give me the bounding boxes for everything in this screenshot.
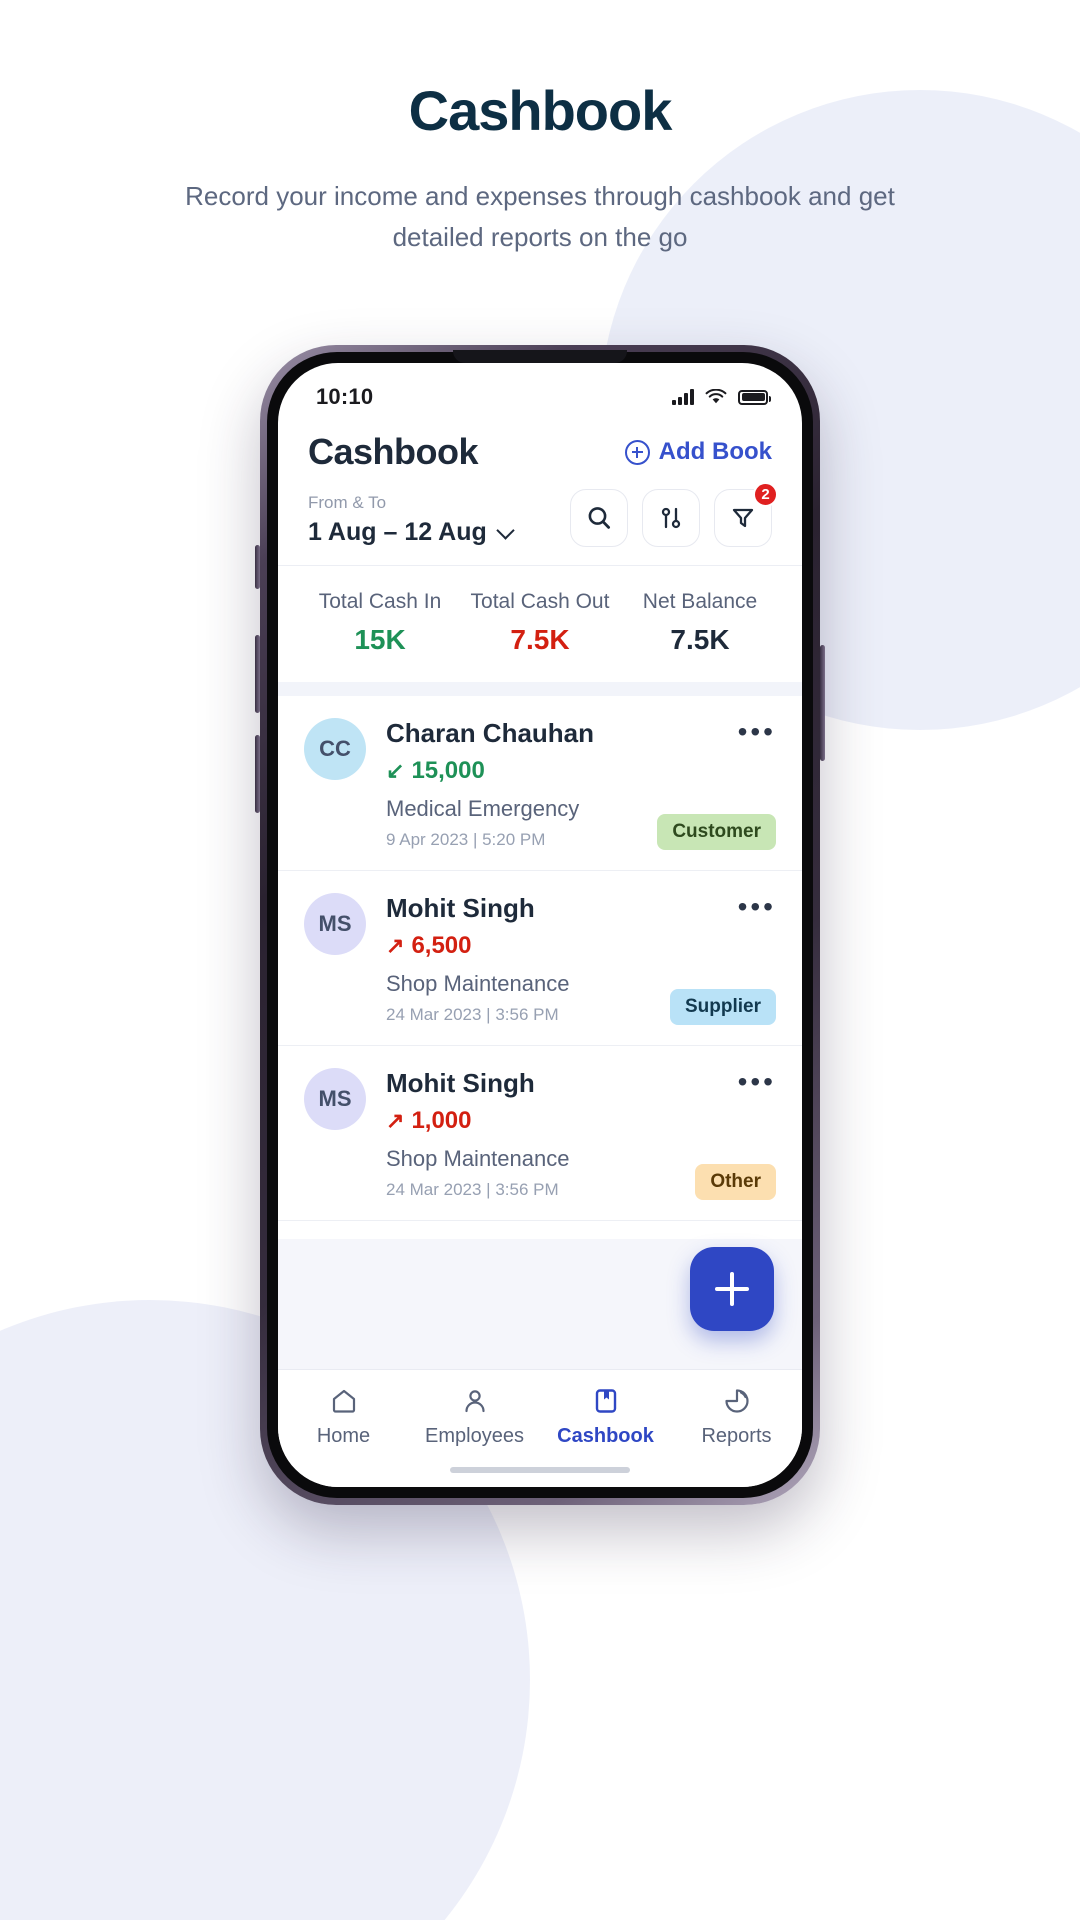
nav-item-home[interactable]: Home [278,1386,409,1448]
transaction-name: Charan Chauhan [386,718,595,748]
transaction-amount-value: 15,000 [411,757,485,784]
date-range-value: 1 Aug – 12 Aug [308,518,487,546]
search-icon [588,507,611,529]
nav-item-reports[interactable]: Reports [671,1386,802,1448]
page-subtitle: Record your income and expenses through … [185,180,895,252]
table-row[interactable]: CC Charan Chauhan ↙ 15,000 Medical Emerg… [278,696,802,871]
transaction-note: Shop Maintenance [386,1146,570,1171]
add-book-label: Add Book [658,438,772,465]
person-icon [464,1390,485,1413]
chevron-down-icon [496,520,515,540]
transaction-amount: ↗ 6,500 [386,932,670,960]
wifi-icon [705,389,727,404]
status-badge: Supplier [669,989,776,1025]
arrow-down-left-icon: ↙ [386,758,405,783]
hero-section: Cashbook Record your income and expenses… [0,0,1080,258]
filter-count-badge: 2 [753,482,778,507]
avatar: MS [304,893,366,955]
phone-mockup: 10:10 Cashbook Add Book From & To 1 Aug … [255,345,825,1505]
nav-label: Cashbook [557,1425,654,1447]
status-bar-time: 10:10 [316,384,374,409]
transaction-date: 24 Mar 2023 | 3:56 PM [386,1180,559,1199]
status-bar-icons [672,389,771,405]
table-row[interactable]: MS Mohit Singh ↗ 1,000 Shop Maintenance … [278,1046,802,1221]
filter-row: From & To 1 Aug – 12 Aug 2 [278,473,802,566]
nav-label: Employees [425,1425,524,1447]
home-icon [332,1389,355,1413]
section-divider [278,682,802,696]
summary-cash-in: Total Cash In 15K [300,590,460,656]
app-screen: 10:10 Cashbook Add Book From & To 1 Aug … [278,363,802,1487]
battery-icon [738,389,771,405]
app-header: Cashbook Add Book [278,417,802,473]
summary-label: Total Cash In [318,590,442,613]
add-book-button[interactable]: Add Book [624,438,772,466]
transaction-name: Mohit Singh [386,893,535,923]
search-button[interactable] [570,489,628,547]
home-indicator [450,1467,630,1473]
summary-value: 7.5K [510,624,570,655]
filter-button[interactable]: 2 [714,482,778,547]
arrow-up-right-icon: ↗ [386,1108,405,1133]
avatar: MS [304,1068,366,1130]
date-range-label: From & To [308,493,387,512]
table-row[interactable]: MS Mohit Singh ↗ 6,500 Shop Maintenance … [278,871,802,1046]
fab-area [278,1239,802,1369]
transaction-note: Shop Maintenance [386,971,570,996]
phone-bezel: 10:10 Cashbook Add Book From & To 1 Aug … [267,350,813,1498]
status-bar: 10:10 [278,363,802,417]
book-icon [595,1389,616,1413]
phone-volume-down-button [255,735,260,813]
nav-item-employees[interactable]: Employees [409,1386,540,1448]
transaction-amount-value: 1,000 [411,1107,472,1134]
summary-row: Total Cash In 15K Total Cash Out 7.5K Ne… [278,566,802,682]
summary-value: 7.5K [670,624,730,655]
summary-label: Net Balance [642,590,758,613]
more-options-icon[interactable]: ••• [738,893,776,921]
action-button-group: 2 [570,482,778,547]
arrow-up-right-icon: ↗ [386,933,405,958]
marketing-page: Cashbook Record your income and expenses… [0,0,1080,1920]
sort-icon [661,507,681,529]
plus-circle-icon [624,439,650,465]
more-options-icon[interactable]: ••• [738,1068,776,1096]
add-transaction-fab[interactable] [690,1247,774,1331]
more-options-icon[interactable]: ••• [738,718,776,746]
avatar: CC [304,718,366,780]
summary-net-balance: Net Balance 7.5K [620,590,780,656]
summary-value: 15K [354,624,406,655]
phone-frame: 10:10 Cashbook Add Book From & To 1 Aug … [255,345,825,1505]
transaction-amount-value: 6,500 [411,932,472,959]
transaction-date: 24 Mar 2023 | 3:56 PM [386,1005,559,1024]
date-range-selector[interactable]: From & To 1 Aug – 12 Aug [308,493,515,547]
app-title: Cashbook [308,431,479,472]
filter-icon [732,508,754,528]
transaction-amount: ↙ 15,000 [386,757,657,785]
pie-chart-icon [724,1389,749,1413]
phone-notch [453,350,627,363]
phone-power-button [820,645,825,761]
nav-item-cashbook[interactable]: Cashbook [540,1386,671,1448]
summary-label: Total Cash Out [470,590,610,613]
summary-cash-out: Total Cash Out 7.5K [460,590,620,656]
transaction-name: Mohit Singh [386,1068,535,1098]
sort-button[interactable] [642,489,700,547]
status-badge: Customer [657,814,776,850]
transaction-note: Medical Emergency [386,796,580,821]
transaction-amount: ↗ 1,000 [386,1107,695,1135]
nav-label: Home [316,1425,371,1447]
signal-bars-icon [672,389,694,405]
status-badge: Other [695,1164,776,1200]
phone-volume-up-button [255,635,260,713]
transaction-list[interactable]: CC Charan Chauhan ↙ 15,000 Medical Emerg… [278,696,802,1239]
transaction-date: 9 Apr 2023 | 5:20 PM [386,830,546,849]
phone-silent-switch [255,545,260,589]
nav-label: Reports [701,1425,772,1447]
page-title: Cashbook [408,79,673,142]
